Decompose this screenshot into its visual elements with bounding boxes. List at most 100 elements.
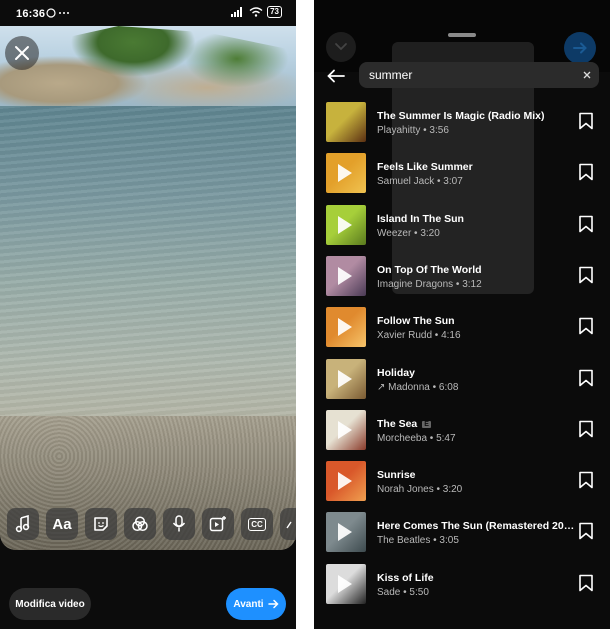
- play-icon: [338, 523, 352, 542]
- captions-icon: CC: [248, 517, 266, 531]
- arrow-right-icon: [267, 599, 279, 609]
- track-artist-duration: The Beatles • 3:05: [377, 535, 459, 547]
- album-cover[interactable]: [326, 512, 366, 553]
- captions-button[interactable]: CC: [241, 508, 273, 540]
- back-button[interactable]: [324, 64, 348, 88]
- track-row[interactable]: Sunrise Norah Jones • 3:20: [314, 457, 610, 505]
- music-search-input[interactable]: [359, 62, 575, 88]
- album-cover[interactable]: [326, 102, 366, 142]
- edit-video-button[interactable]: Modifica video: [9, 588, 91, 620]
- play-icon: [338, 420, 352, 439]
- album-cover[interactable]: [326, 153, 366, 194]
- text-tool-button[interactable]: Aa: [46, 508, 78, 540]
- play-icon: [338, 318, 352, 337]
- next-button[interactable]: Avanti: [226, 588, 286, 620]
- play-icon: [338, 164, 352, 183]
- bookmark-icon: [579, 420, 593, 438]
- music-search-bar: [359, 62, 599, 88]
- bookmark-icon: [579, 317, 593, 335]
- track-row[interactable]: Kiss of Life Sade • 5:50: [314, 560, 610, 608]
- save-track-button[interactable]: [578, 522, 598, 542]
- track-title-text: Island In The Sun: [377, 212, 464, 225]
- status-right-icons: 73: [231, 6, 282, 18]
- voiceover-button[interactable]: [163, 508, 195, 540]
- track-artist-duration: Xavier Rudd • 4:16: [377, 330, 461, 342]
- track-title: Island In The Sun: [377, 213, 464, 225]
- microphone-icon: [172, 515, 186, 532]
- track-row[interactable]: Holiday ↗ Madonna • 6:08: [314, 355, 610, 403]
- sticker-button[interactable]: [85, 508, 117, 540]
- clear-search-button[interactable]: [575, 63, 599, 87]
- editor-toolbar: Aa CC: [0, 508, 296, 544]
- album-cover[interactable]: [326, 409, 366, 450]
- video-preview[interactable]: [0, 26, 296, 550]
- track-title-text: Kiss of Life: [377, 571, 434, 584]
- video-editor-screen: 16:36 73 Aa CC Modifica video Avanti: [0, 0, 296, 629]
- add-clip-icon: [209, 516, 226, 532]
- close-button[interactable]: [5, 36, 39, 70]
- track-row[interactable]: Here Comes The Sun (Remastered 20… The Be…: [314, 508, 610, 556]
- add-clip-button[interactable]: [202, 508, 234, 540]
- bookmark-icon: [579, 112, 593, 130]
- track-row[interactable]: Feels Like Summer Samuel Jack • 3:07: [314, 149, 610, 197]
- track-artist-duration: Samuel Jack • 3:07: [377, 176, 463, 188]
- save-track-button[interactable]: [578, 420, 598, 440]
- track-row[interactable]: Island In The Sun Weezer • 3:20: [314, 201, 610, 249]
- save-track-button[interactable]: [578, 112, 598, 132]
- track-title: Kiss of Life: [377, 572, 434, 584]
- preview-sea: [0, 106, 296, 426]
- play-icon: [338, 215, 352, 234]
- track-row[interactable]: Follow The Sun Xavier Rudd • 4:16: [314, 303, 610, 351]
- status-time: 16:36: [16, 8, 46, 20]
- track-title: On Top Of The World: [377, 264, 482, 276]
- album-cover[interactable]: [326, 461, 366, 502]
- save-track-button[interactable]: [578, 266, 598, 286]
- bookmark-icon: [579, 215, 593, 232]
- track-title: Sunrise: [377, 469, 416, 481]
- collapse-button[interactable]: [326, 32, 356, 62]
- track-artist-duration: Morcheeba • 5:47: [377, 432, 456, 444]
- save-track-button[interactable]: [578, 369, 598, 389]
- battery-level: 73: [267, 6, 282, 18]
- more-tools-button[interactable]: [280, 508, 296, 540]
- effects-button[interactable]: [124, 508, 156, 540]
- save-track-button[interactable]: [578, 317, 598, 337]
- bookmark-icon: [579, 163, 593, 181]
- track-title-text: Sunrise: [377, 469, 416, 482]
- track-title-text: Feels Like Summer: [377, 161, 473, 174]
- save-track-button[interactable]: [578, 574, 598, 594]
- track-artist-duration: Imagine Dragons • 3:12: [377, 278, 482, 290]
- track-artist-duration: Sade • 5:50: [377, 586, 429, 598]
- save-track-button[interactable]: [578, 471, 598, 491]
- album-cover[interactable]: [326, 358, 366, 399]
- sticker-icon: [94, 517, 108, 531]
- play-icon: [338, 369, 352, 388]
- dimmed-next-button: [564, 32, 596, 64]
- wifi-icon: [249, 7, 263, 17]
- bookmark-icon: [579, 266, 593, 284]
- track-title-text: The Sea: [377, 417, 418, 430]
- album-cover[interactable]: [326, 204, 366, 245]
- whatsapp-icon: [46, 8, 69, 18]
- album-cover[interactable]: [326, 255, 366, 296]
- track-title-text: On Top Of The World: [377, 263, 482, 276]
- track-title: The Summer Is Magic (Radio Mix): [377, 110, 544, 122]
- track-row[interactable]: The Summer Is Magic (Radio Mix) Playahitt…: [314, 98, 610, 146]
- sheet-drag-handle[interactable]: [448, 33, 476, 37]
- play-icon: [338, 472, 352, 491]
- more-tools-icon: [286, 521, 292, 529]
- track-row[interactable]: The Sea E Morcheeba • 5:47: [314, 406, 610, 454]
- save-track-button[interactable]: [578, 163, 598, 183]
- album-cover[interactable]: [326, 307, 366, 348]
- save-track-button[interactable]: [578, 215, 598, 235]
- bookmark-icon: [579, 369, 593, 386]
- track-title-text: The Summer Is Magic (Radio Mix): [377, 110, 545, 122]
- music-search-screen: The Summer Is Magic (Radio Mix) Playahitt…: [314, 0, 610, 629]
- music-icon: [15, 515, 30, 533]
- music-button[interactable]: [7, 508, 39, 540]
- track-row[interactable]: On Top Of The World Imagine Dragons • 3:1…: [314, 252, 610, 300]
- track-artist-duration: Weezer • 3:20: [377, 227, 440, 239]
- album-cover[interactable]: [326, 563, 366, 604]
- arrow-right-icon: [573, 42, 587, 54]
- track-title: The Sea E: [377, 418, 431, 430]
